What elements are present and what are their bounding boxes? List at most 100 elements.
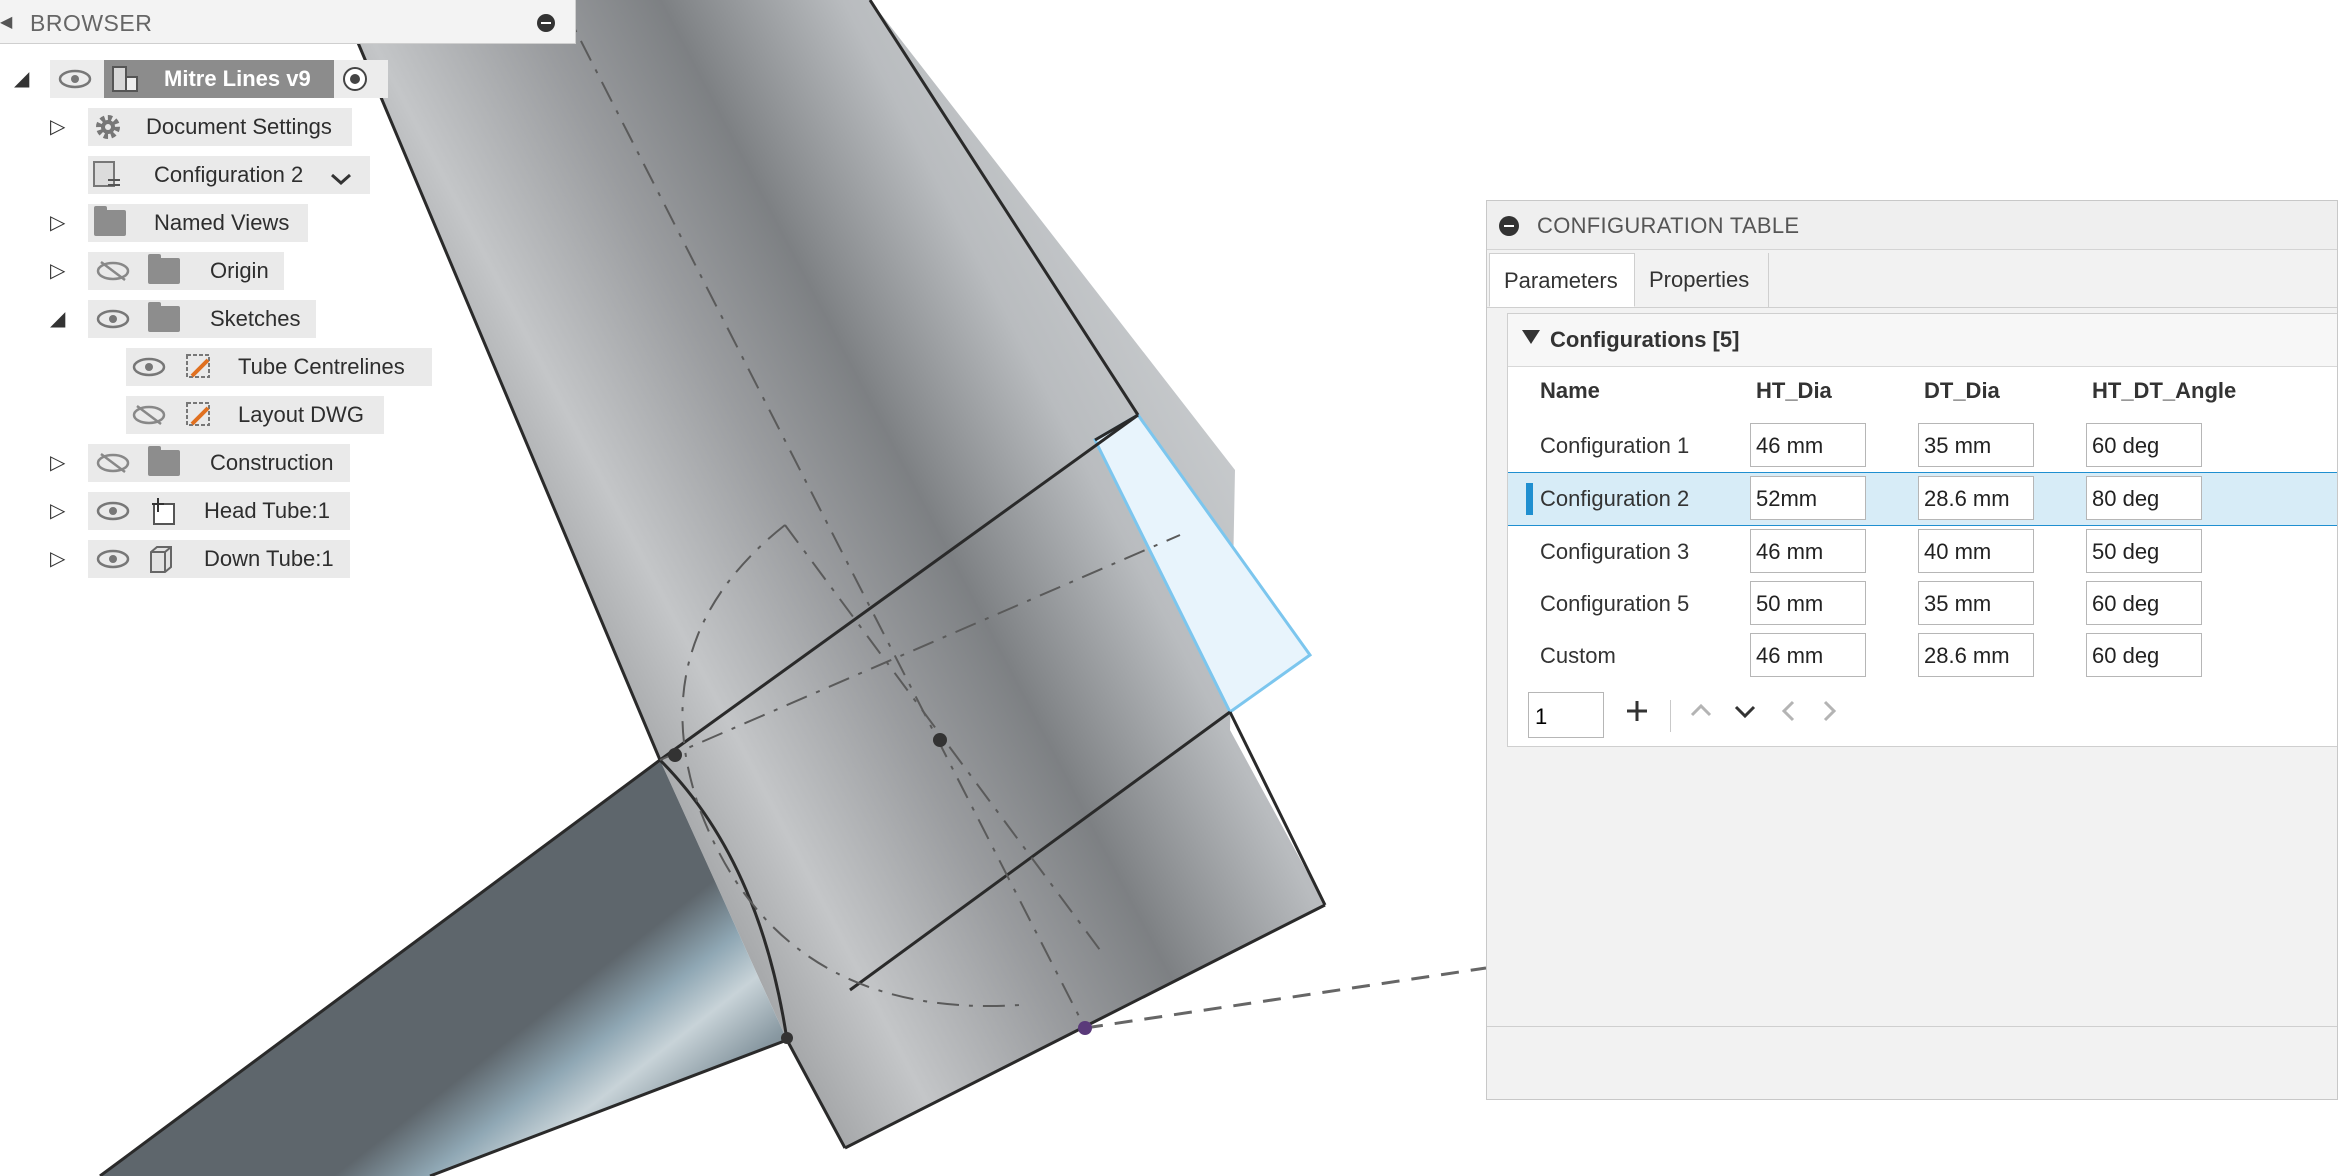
column-header-ht-dt-angle: HT_DT_Angle <box>2092 378 2237 403</box>
tree-item-sketches[interactable]: Sketches <box>88 300 316 338</box>
eye-icon[interactable] <box>96 549 130 569</box>
tree-item-configuration[interactable]: Configuration 2 <box>88 156 370 194</box>
arrow-down-icon[interactable] <box>1732 698 1758 731</box>
config-name: Configuration 3 <box>1540 539 1690 564</box>
sketch-icon <box>184 352 214 382</box>
tree-item-label: Layout DWG <box>238 402 364 427</box>
config-table-header[interactable]: CONFIGURATION TABLE <box>1487 201 2337 250</box>
tree-item-layout-dwg[interactable]: Layout DWG <box>126 396 384 434</box>
config-table-footer <box>1487 1026 2337 1099</box>
dt-dia-field[interactable]: 35 mm <box>1918 423 2034 467</box>
angle-field[interactable]: 80 deg <box>2086 476 2202 520</box>
body-icon <box>148 545 174 573</box>
active-config-indicator <box>1526 483 1533 515</box>
table-row[interactable]: Configuration 1 46 mm 35 mm 60 deg <box>1508 420 2337 472</box>
table-row[interactable]: Custom 46 mm 28.6 mm 60 deg <box>1508 630 2337 682</box>
config-name: Configuration 2 <box>1540 486 1690 511</box>
arrow-left-icon[interactable] <box>1778 698 1798 731</box>
collapse-panel-icon[interactable] <box>1499 216 1519 236</box>
component-icon <box>148 496 178 526</box>
radio-icon[interactable] <box>342 66 368 92</box>
expander-icon[interactable]: ▷ <box>50 492 65 530</box>
table-row[interactable]: Configuration 3 46 mm 40 mm 50 deg <box>1508 526 2337 578</box>
folder-icon <box>94 206 126 236</box>
browser-header[interactable]: ◀ BROWSER <box>0 0 576 44</box>
tree-item-label: Document Settings <box>146 114 332 139</box>
configurations-section: Configurations [5] Name HT_Dia DT_Dia HT… <box>1507 313 2337 747</box>
folder-icon <box>148 446 180 476</box>
dt-dia-field[interactable]: 28.6 mm <box>1918 476 2034 520</box>
angle-field[interactable]: 60 deg <box>2086 581 2202 625</box>
ht-dia-field[interactable]: 46 mm <box>1750 423 1866 467</box>
tree-item-origin[interactable]: Origin <box>88 252 284 290</box>
arrow-up-icon[interactable] <box>1688 698 1714 731</box>
tree-item-label: Sketches <box>210 306 301 331</box>
tree-item-down-tube[interactable]: Down Tube:1 <box>88 540 350 578</box>
configurations-section-header[interactable]: Configurations [5] <box>1508 314 2337 367</box>
collapse-panel-icon[interactable] <box>537 14 555 32</box>
table-row[interactable]: Configuration 5 50 mm 35 mm 60 deg <box>1508 578 2337 630</box>
hidden-eye-icon[interactable] <box>96 260 130 282</box>
angle-field[interactable]: 60 deg <box>2086 633 2202 677</box>
arrow-right-icon[interactable] <box>1820 698 1840 731</box>
column-header-name: Name <box>1540 378 1600 403</box>
folder-icon <box>148 254 180 284</box>
add-count-input[interactable]: 1 <box>1528 692 1604 738</box>
ht-dia-field[interactable]: 46 mm <box>1750 529 1866 573</box>
dt-dia-field[interactable]: 35 mm <box>1918 581 2034 625</box>
collapse-arrow-icon[interactable]: ◀ <box>0 12 12 32</box>
tree-item-label: Configuration 2 <box>154 162 304 187</box>
ht-dia-field[interactable]: 46 mm <box>1750 633 1866 677</box>
toolbar-separator <box>1670 700 1671 732</box>
browser-root-node[interactable]: Mitre Lines v9 <box>50 60 388 98</box>
eye-icon[interactable] <box>96 501 130 521</box>
angle-field[interactable]: 60 deg <box>2086 423 2202 467</box>
expander-icon[interactable]: ▷ <box>50 444 65 482</box>
tree-item-label: Down Tube:1 <box>204 546 334 571</box>
expander-icon[interactable]: ▷ <box>50 540 65 578</box>
expander-icon[interactable]: ▷ <box>50 108 65 146</box>
tree-item-label: Head Tube:1 <box>204 498 330 523</box>
table-row-selected[interactable]: Configuration 2 52mm 28.6 mm 80 deg <box>1508 472 2337 526</box>
chevron-down-icon[interactable] <box>329 167 353 186</box>
folder-icon <box>148 302 180 332</box>
column-header-dt-dia: DT_Dia <box>1924 378 2000 403</box>
eye-icon[interactable] <box>132 357 166 377</box>
angle-field[interactable]: 50 deg <box>2086 529 2202 573</box>
tab-parameters[interactable]: Parameters <box>1489 253 1635 307</box>
column-header-ht-dia: HT_Dia <box>1756 378 1832 403</box>
down-tube <box>100 760 787 1176</box>
expander-icon[interactable]: ▷ <box>50 252 65 290</box>
tree-item-document-settings[interactable]: Document Settings <box>88 108 352 146</box>
config-table-title: CONFIGURATION TABLE <box>1537 213 1800 238</box>
config-name: Configuration 1 <box>1540 433 1690 458</box>
table-toolbar: 1 <box>1508 692 1908 752</box>
config-name: Custom <box>1540 643 1616 668</box>
tab-properties[interactable]: Properties <box>1635 253 1769 307</box>
hidden-eye-icon[interactable] <box>96 452 130 474</box>
dt-dia-field[interactable]: 28.6 mm <box>1918 633 2034 677</box>
expander-icon[interactable]: ◢ <box>50 300 65 338</box>
config-tabs: Parameters Properties <box>1487 253 2337 308</box>
hidden-eye-icon[interactable] <box>132 404 166 426</box>
browser-title: BROWSER <box>30 10 153 36</box>
root-label: Mitre Lines v9 <box>164 66 311 91</box>
gear-icon <box>94 113 122 141</box>
expander-icon[interactable]: ▷ <box>50 204 65 242</box>
dt-dia-field[interactable]: 40 mm <box>1918 529 2034 573</box>
tree-item-head-tube[interactable]: Head Tube:1 <box>88 492 350 530</box>
sketch-icon <box>184 400 214 430</box>
plus-icon[interactable] <box>1624 698 1650 731</box>
eye-icon[interactable] <box>96 309 130 329</box>
root-expander-icon[interactable]: ◢ <box>14 60 29 98</box>
tree-item-construction[interactable]: Construction <box>88 444 350 482</box>
ht-dia-field[interactable]: 52mm <box>1750 476 1866 520</box>
tree-item-tube-centrelines[interactable]: Tube Centrelines <box>126 348 432 386</box>
tree-item-named-views[interactable]: Named Views <box>88 204 308 242</box>
configuration-table-panel: CONFIGURATION TABLE Parameters Propertie… <box>1486 200 2338 1100</box>
expand-triangle-icon[interactable] <box>1522 330 1540 344</box>
configurations-count-label: Configurations [5] <box>1550 327 1740 352</box>
tree-item-label: Origin <box>210 258 269 283</box>
eye-icon[interactable] <box>58 69 92 89</box>
ht-dia-field[interactable]: 50 mm <box>1750 581 1866 625</box>
